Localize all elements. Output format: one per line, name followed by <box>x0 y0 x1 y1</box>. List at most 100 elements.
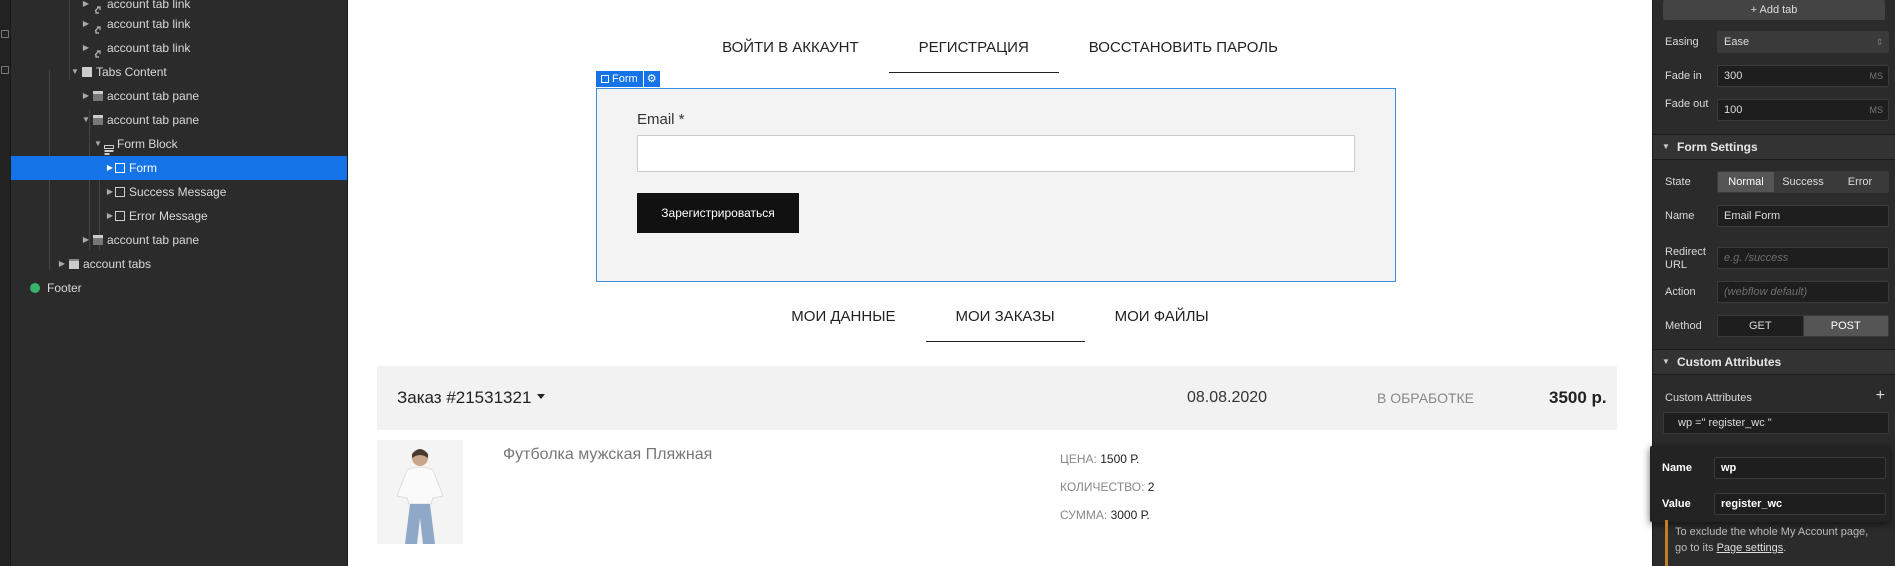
settings-panel: + Add tab Easing Ease ⇕ Fade in 300 MS Fad… <box>1650 0 1895 566</box>
plus-icon: + <box>1750 4 1758 16</box>
attribute-value-input[interactable]: register_wc <box>1714 493 1886 515</box>
tab-my-orders[interactable]: МОИ ЗАКАЗЫ <box>925 300 1085 342</box>
collapse-arrow-icon: ▼ <box>1662 357 1670 366</box>
register-button[interactable]: Зарегистрироваться <box>637 193 799 233</box>
tree-item-account-tab-link[interactable]: ▶ account tab link <box>11 36 347 60</box>
expand-arrow-icon[interactable]: ▶ <box>81 12 91 36</box>
expand-arrow-icon[interactable]: ▶ <box>57 252 67 276</box>
symbol-icon <box>30 283 40 293</box>
tree-item-account-tab-link[interactable]: ▶ account tab link <box>11 12 347 36</box>
action-label: Action <box>1665 286 1696 298</box>
form-badge[interactable]: Form <box>596 71 643 87</box>
select-arrows-icon: ⇕ <box>1875 37 1883 47</box>
tab-recover-password[interactable]: ВОССТАНОВИТЬ ПАРОЛЬ <box>1059 31 1308 65</box>
product-image <box>377 440 463 544</box>
help-text: To exclude the whole My Account page, go… <box>1675 526 1869 554</box>
tabs-icon <box>69 259 79 269</box>
profile-tabs-menu: МОИ ДАННЫЕ МОИ ЗАКАЗЫ МОИ ФАЙЛЫ <box>348 300 1652 342</box>
tab-pane-icon <box>93 235 103 245</box>
popup-name-label: Name <box>1662 462 1692 474</box>
product-name: Футболка мужская Пляжная <box>503 446 713 463</box>
tab-pane-icon <box>93 115 103 125</box>
fade-out-label: Fade out <box>1665 98 1709 110</box>
selected-element-label[interactable]: Form ⚙ <box>596 71 660 87</box>
collapse-arrow-icon[interactable]: ▼ <box>70 60 80 84</box>
square-icon <box>115 211 125 221</box>
attribute-name-input[interactable]: wp <box>1714 457 1886 479</box>
custom-attributes-label: Custom Attributes <box>1665 392 1752 404</box>
collapse-arrow-icon[interactable]: ▼ <box>93 132 103 156</box>
fade-in-label: Fade in <box>1665 70 1702 82</box>
method-post-button[interactable]: POST <box>1803 316 1888 336</box>
order-date: 08.08.2020 <box>1187 389 1268 406</box>
tab-my-files[interactable]: МОИ ФАЙЛЫ <box>1085 300 1239 334</box>
attribute-edit-popup: Name wp Value register_wc <box>1650 446 1890 522</box>
expand-arrow-icon[interactable]: ▶ <box>81 36 91 60</box>
product-price: ЦЕНА: 1500 Р. <box>1060 452 1140 466</box>
panel-icon[interactable] <box>1 30 9 38</box>
add-tab-button[interactable]: + Add tab <box>1663 0 1885 20</box>
add-attribute-plus-icon[interactable]: + <box>1876 387 1885 405</box>
method-get-button[interactable]: GET <box>1718 316 1804 336</box>
expand-arrow-icon[interactable]: ▶ <box>105 156 115 180</box>
tree-item-account-tab-pane[interactable]: ▶ account tab pane <box>11 228 347 252</box>
tree-item-form-block[interactable]: ▼ Form Block <box>11 132 347 156</box>
email-field[interactable] <box>637 135 1355 172</box>
state-error-button[interactable]: Error <box>1832 172 1888 192</box>
tab-login[interactable]: ВОЙТИ В АККАУНТ <box>692 31 889 65</box>
redirect-url-input[interactable]: e.g. /success <box>1717 247 1889 269</box>
state-normal-button[interactable]: Normal <box>1718 172 1775 192</box>
order-number: Заказ #21531321 <box>397 388 532 407</box>
state-success-button[interactable]: Success <box>1775 172 1832 192</box>
custom-attributes-header[interactable]: ▼ Custom Attributes <box>1653 349 1895 375</box>
fade-out-input[interactable]: 100 MS <box>1717 99 1889 121</box>
collapse-arrow-icon: ▼ <box>1662 142 1670 151</box>
tree-item-tabs-content[interactable]: ▼ Tabs Content <box>11 60 347 84</box>
tree-item-account-tab-pane[interactable]: ▼ account tab pane <box>11 108 347 132</box>
tree-item-footer[interactable]: Footer <box>11 276 347 300</box>
order-header[interactable]: Заказ #21531321 08.08.2020 В ОБРАБОТКЕ 3… <box>377 366 1617 430</box>
webflow-designer: ▶ account tab link ▶ account tab link ▶ … <box>0 0 1895 566</box>
form-settings-header[interactable]: ▼ Form Settings <box>1653 134 1895 160</box>
method-label: Method <box>1665 320 1702 332</box>
form-icon <box>115 163 125 173</box>
tree-item-form[interactable]: ▶ Form <box>11 156 347 180</box>
form-name-input[interactable]: Email Form <box>1717 205 1889 227</box>
help-accent-bar <box>1665 520 1668 566</box>
name-label: Name <box>1665 210 1695 222</box>
state-label: State <box>1665 176 1691 188</box>
method-toggle: GET POST <box>1717 315 1889 337</box>
tree-item-account-tab-pane[interactable]: ▶ account tab pane <box>11 84 347 108</box>
order-total: 3500 р. <box>1549 388 1607 407</box>
tab-my-data[interactable]: МОИ ДАННЫЕ <box>761 300 925 334</box>
form-block[interactable]: Email * Зарегистрироваться <box>596 88 1396 282</box>
tree-item-success-message[interactable]: ▶ Success Message <box>11 180 347 204</box>
fade-in-input[interactable]: 300 MS <box>1717 65 1889 87</box>
panel-icon[interactable] <box>1 66 9 74</box>
tab-pane-icon <box>93 91 103 101</box>
email-label: Email * <box>637 111 685 128</box>
easing-label: Easing <box>1665 36 1699 48</box>
gear-icon[interactable]: ⚙ <box>643 71 660 87</box>
expand-arrow-icon[interactable]: ▶ <box>105 180 115 204</box>
expand-arrow-icon[interactable]: ▶ <box>105 204 115 228</box>
form-block-icon <box>104 139 114 155</box>
page-settings-link[interactable]: Page settings <box>1717 542 1784 554</box>
expand-arrow-icon[interactable]: ▶ <box>81 228 91 252</box>
account-tabs-menu: ВОЙТИ В АККАУНТ РЕГИСТРАЦИЯ ВОССТАНОВИТЬ… <box>348 31 1652 73</box>
tabs-content-icon <box>82 67 92 77</box>
expand-arrow-icon[interactable]: ▶ <box>81 84 91 108</box>
order-status: В ОБРАБОТКЕ <box>1377 390 1475 406</box>
form-icon <box>601 75 609 83</box>
tree-item-error-message[interactable]: ▶ Error Message <box>11 204 347 228</box>
collapse-arrow-icon[interactable]: ▼ <box>81 108 91 132</box>
attribute-entry[interactable]: wp =" register_wc " <box>1663 412 1889 434</box>
action-input[interactable]: (webflow default) <box>1717 281 1889 303</box>
tree-item-account-tabs[interactable]: ▶ account tabs <box>11 252 347 276</box>
caret-down-icon[interactable] <box>537 394 545 399</box>
designer-canvas[interactable]: ВОЙТИ В АККАУНТ РЕГИСТРАЦИЯ ВОССТАНОВИТЬ… <box>348 0 1652 566</box>
tab-register[interactable]: РЕГИСТРАЦИЯ <box>888 31 1059 73</box>
product-quantity: КОЛИЧЕСТВО: 2 <box>1060 480 1155 494</box>
easing-select[interactable]: Ease ⇕ <box>1717 31 1889 53</box>
redirect-url-label: Redirect URL <box>1665 246 1706 271</box>
